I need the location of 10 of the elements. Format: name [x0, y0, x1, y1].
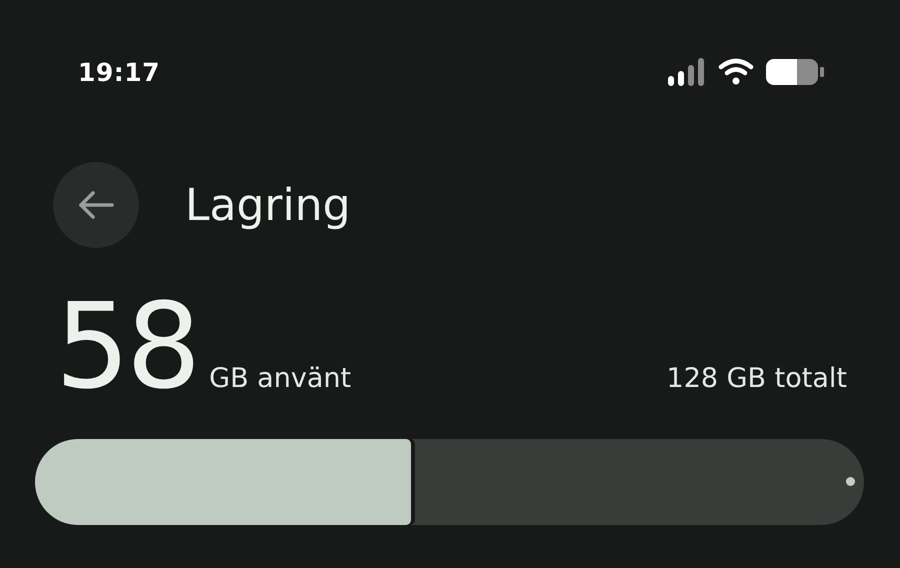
- battery-icon: [766, 58, 824, 86]
- back-arrow-icon: [78, 190, 114, 220]
- wifi-icon: [718, 58, 754, 86]
- used-label: GB använt: [209, 363, 352, 394]
- total-capacity: 128 GB totalt: [666, 363, 847, 394]
- page-title: Lagring: [185, 180, 351, 230]
- clock-time: 19:17: [78, 58, 160, 86]
- end-dot-icon: [846, 477, 855, 486]
- used-amount: 58: [55, 287, 198, 405]
- signal-icon: [668, 58, 706, 86]
